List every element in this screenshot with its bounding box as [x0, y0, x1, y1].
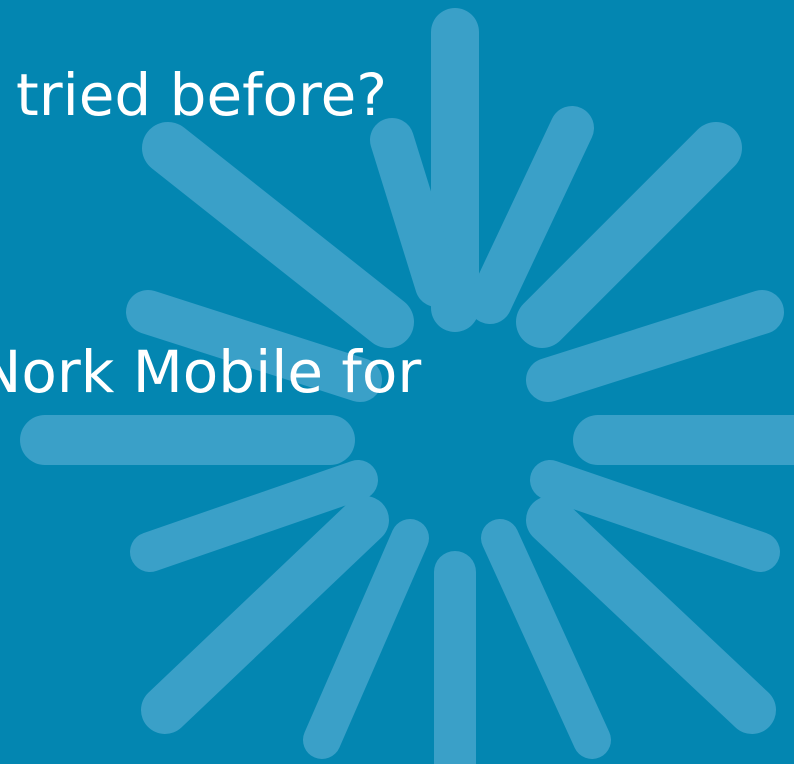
starburst-ray-4	[142, 122, 414, 348]
starburst-ray-2	[370, 118, 459, 307]
headline-line-2: Nork Mobile for	[0, 338, 422, 406]
starburst-ray-7	[526, 290, 784, 402]
slide-canvas: tried before? Nork Mobile for	[0, 0, 794, 764]
headline-line-1: tried before?	[16, 61, 388, 129]
